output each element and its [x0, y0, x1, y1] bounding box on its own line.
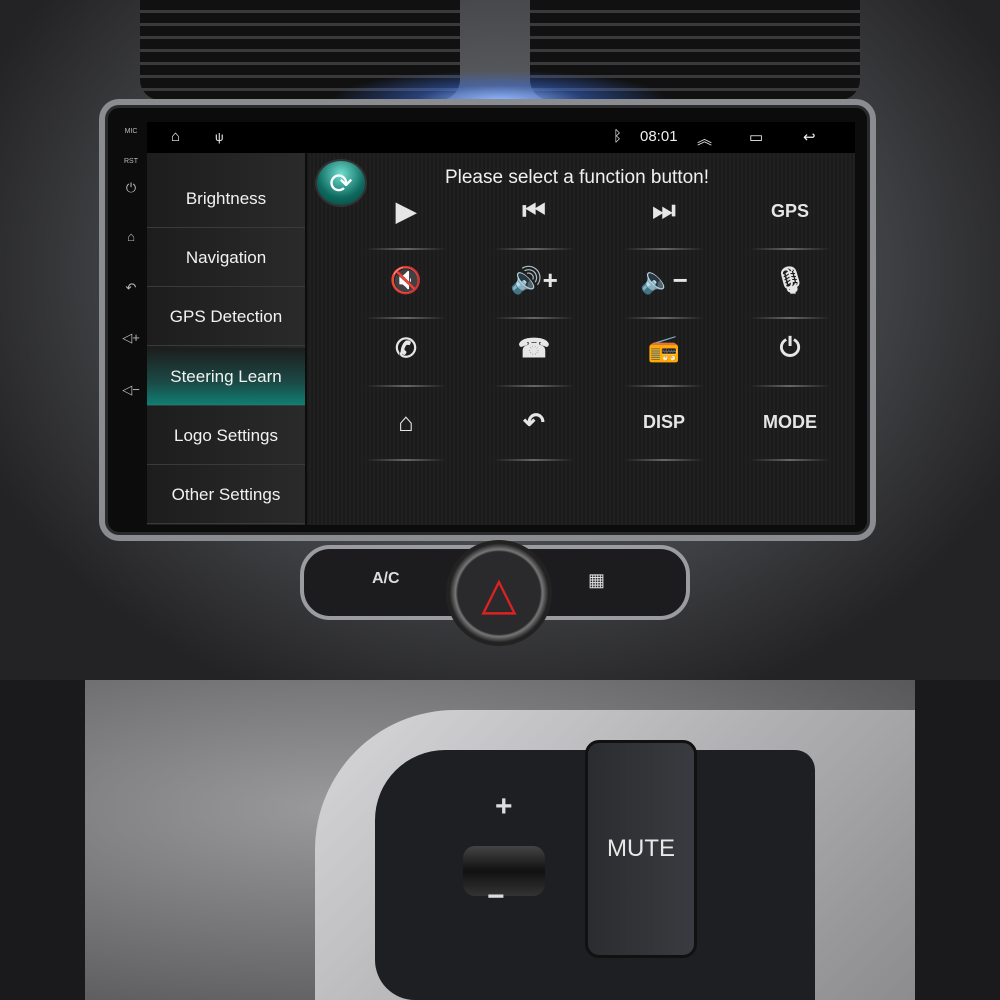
microphone-button[interactable]: 🎙	[750, 255, 830, 319]
back-icon: ↶	[523, 406, 545, 437]
home-icon[interactable]: ⌂	[171, 128, 180, 145]
refresh-button[interactable]: ⟳	[315, 159, 367, 207]
ac-button: A/C	[372, 570, 400, 587]
mute-button[interactable]: 🔇	[366, 255, 446, 319]
hazard-icon: △	[446, 540, 552, 646]
gps-button[interactable]: GPS	[750, 186, 830, 250]
back-icon[interactable]: ↩	[803, 128, 816, 146]
sidebar-item-steering-learn[interactable]: Steering Learn	[147, 348, 305, 406]
phone-hangup-button[interactable]: ☎	[494, 323, 574, 387]
home-icon: ⌂	[398, 406, 414, 437]
phone-answer-icon: ✆	[395, 332, 417, 363]
volume-up-icon: 🔊+	[510, 264, 558, 295]
volume-down-button[interactable]: 🔈−	[624, 255, 704, 319]
rear-defrost-icon: ▦	[588, 570, 606, 590]
steering-wheel-photo: + − MUTE	[85, 680, 915, 1000]
sidebar-item-brightness[interactable]: Brightness	[147, 170, 305, 228]
mute-button: MUTE	[585, 740, 697, 958]
chevron-up-icon[interactable]: ︽	[697, 128, 712, 149]
reset-button[interactable]: RST	[118, 158, 144, 165]
play-icon: ▶	[396, 195, 416, 226]
volume-down-icon: 🔈−	[640, 264, 688, 295]
mode-button[interactable]: MODE	[750, 397, 830, 461]
radio-icon: 📻	[647, 332, 681, 363]
sidebar-item-gps-detection[interactable]: GPS Detection	[147, 288, 305, 346]
home-icon[interactable]: ⌂	[118, 229, 144, 244]
steering-learn-panel: ⟳ Please select a function button! ▶ ⏮ ⏭ GP…	[307, 153, 855, 525]
mute-label: MUTE	[607, 835, 675, 862]
disp-button[interactable]: DISP	[624, 397, 704, 461]
usb-icon: ψ	[215, 130, 224, 144]
power-icon[interactable]: ⏻	[118, 180, 144, 196]
refresh-icon: ⟳	[329, 167, 353, 199]
sidebar-item-navigation[interactable]: Navigation	[147, 229, 305, 287]
play-button[interactable]: ▶	[366, 186, 446, 250]
volume-down-icon[interactable]: ◁−	[118, 382, 144, 398]
back-icon[interactable]: ↶	[118, 280, 144, 296]
next-track-icon: ⏭	[652, 195, 676, 225]
previous-track-icon: ⏮	[522, 195, 546, 225]
status-bar: ⌂ ψ ᛒ 08:01 ︽ ▭ ↩	[147, 122, 855, 153]
home-button[interactable]: ⌂	[366, 397, 446, 461]
clock: 08:01	[640, 128, 678, 145]
power-icon: ⏻	[779, 332, 801, 362]
volume-minus-label: −	[487, 880, 505, 913]
settings-sidebar: Brightness Navigation GPS Detection Stee…	[147, 153, 305, 525]
recent-apps-icon[interactable]: ▭	[749, 128, 763, 146]
power-button[interactable]: ⏻	[750, 323, 830, 387]
volume-up-button[interactable]: 🔊+	[494, 255, 574, 319]
radio-button[interactable]: 📻	[624, 323, 704, 387]
volume-plus-label: +	[495, 790, 513, 823]
bluetooth-icon: ᛒ	[613, 128, 623, 145]
mic-label: MIC	[124, 128, 138, 135]
sidebar-item-other-settings[interactable]: Other Settings	[147, 466, 305, 524]
mute-icon: 🔇	[389, 264, 423, 295]
microphone-icon: 🎙	[773, 264, 807, 295]
phone-answer-button[interactable]: ✆	[366, 323, 446, 387]
phone-hangup-icon: ☎	[517, 332, 551, 363]
volume-up-icon[interactable]: ◁+	[118, 330, 144, 346]
previous-track-button[interactable]: ⏮	[494, 186, 574, 250]
back-button[interactable]: ↶	[494, 397, 574, 461]
next-track-button[interactable]: ⏭	[624, 186, 704, 250]
sidebar-item-logo-settings[interactable]: Logo Settings	[147, 407, 305, 465]
